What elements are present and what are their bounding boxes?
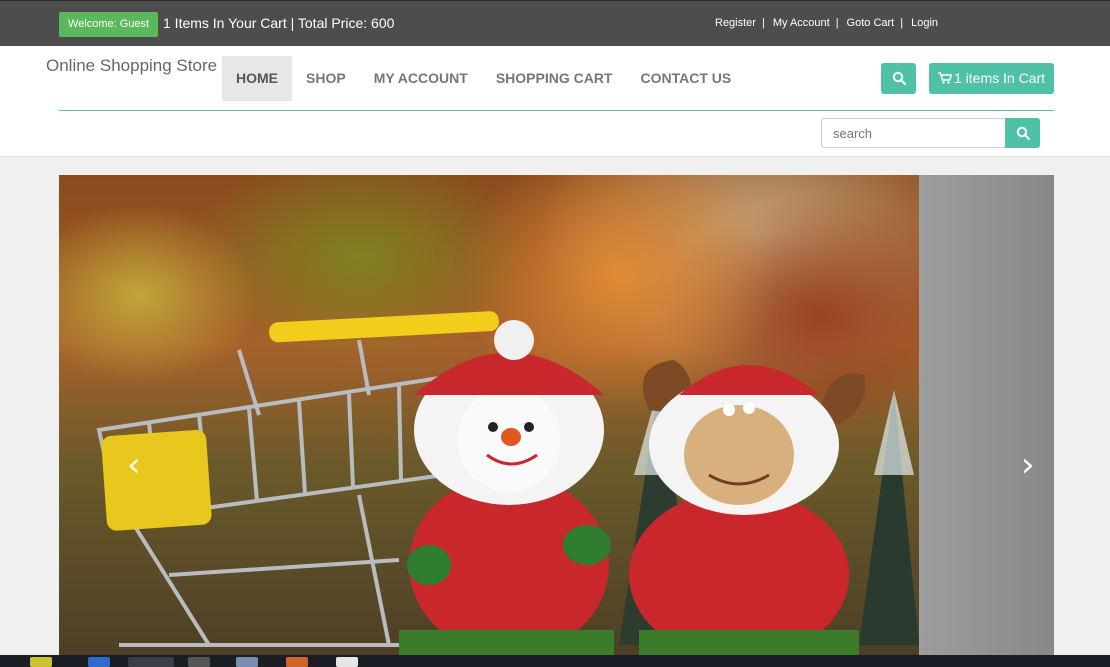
taskbar-app-icon[interactable] (336, 657, 358, 667)
header-divider (59, 110, 1054, 111)
carousel-next-arrow[interactable]: › (1021, 445, 1035, 485)
taskbar-app-icon[interactable] (236, 657, 258, 667)
carousel-prev-arrow[interactable]: ‹ (127, 445, 141, 485)
search-submit-button[interactable] (1005, 118, 1040, 148)
my-account-link[interactable]: My Account (773, 17, 830, 29)
search-input[interactable] (821, 118, 1006, 148)
shopping-cart-figurines-illustration (96, 311, 919, 655)
carousel-slide-image (59, 175, 919, 655)
chevron-left-icon: ‹ (127, 445, 141, 485)
goto-cart-link[interactable]: Goto Cart (847, 17, 895, 29)
taskbar-app-icon[interactable] (30, 657, 52, 667)
taskbar-app-icon[interactable] (188, 657, 210, 667)
os-taskbar (0, 655, 1110, 667)
taskbar-browser-icon[interactable] (88, 657, 110, 667)
site-header: Online Shopping Store HOME SHOP MY ACCOU… (0, 46, 1110, 157)
header-search-button[interactable] (881, 63, 916, 94)
welcome-badge: Welcome: Guest (59, 12, 159, 37)
hero-carousel: ‹ › (59, 175, 1054, 655)
search-icon (892, 71, 906, 85)
cart-summary: 1 Items In Your Cart | Total Price: 600 (163, 15, 395, 31)
nav-shopping-cart[interactable]: SHOPPING CART (482, 56, 627, 101)
nav-contact-us[interactable]: CONTACT US (627, 56, 746, 101)
nav-my-account[interactable]: MY ACCOUNT (360, 56, 482, 101)
cart-button-label: 1 items In Cart (953, 70, 1046, 86)
separator: | (900, 17, 904, 29)
search-icon (1016, 126, 1030, 140)
separator: | (761, 17, 765, 29)
taskbar-active-app-icon[interactable] (128, 657, 174, 667)
main-nav: HOME SHOP MY ACCOUNT SHOPPING CART CONTA… (222, 56, 745, 101)
cart-icon (937, 72, 952, 84)
nav-home[interactable]: HOME (222, 56, 292, 101)
brand-logo[interactable]: Online Shopping Store (46, 56, 217, 76)
taskbar-app-icon[interactable] (286, 657, 308, 667)
register-link[interactable]: Register (715, 17, 756, 29)
chevron-right-icon: › (1021, 445, 1035, 485)
login-link[interactable]: Login (911, 17, 938, 29)
top-links: Register | My Account | Goto Cart | Login (715, 17, 938, 29)
nav-shop[interactable]: SHOP (292, 56, 360, 101)
separator: | (835, 17, 839, 29)
top-bar: Welcome: Guest 1 Items In Your Cart | To… (0, 0, 1110, 46)
cart-button[interactable]: 1 items In Cart (929, 63, 1054, 94)
